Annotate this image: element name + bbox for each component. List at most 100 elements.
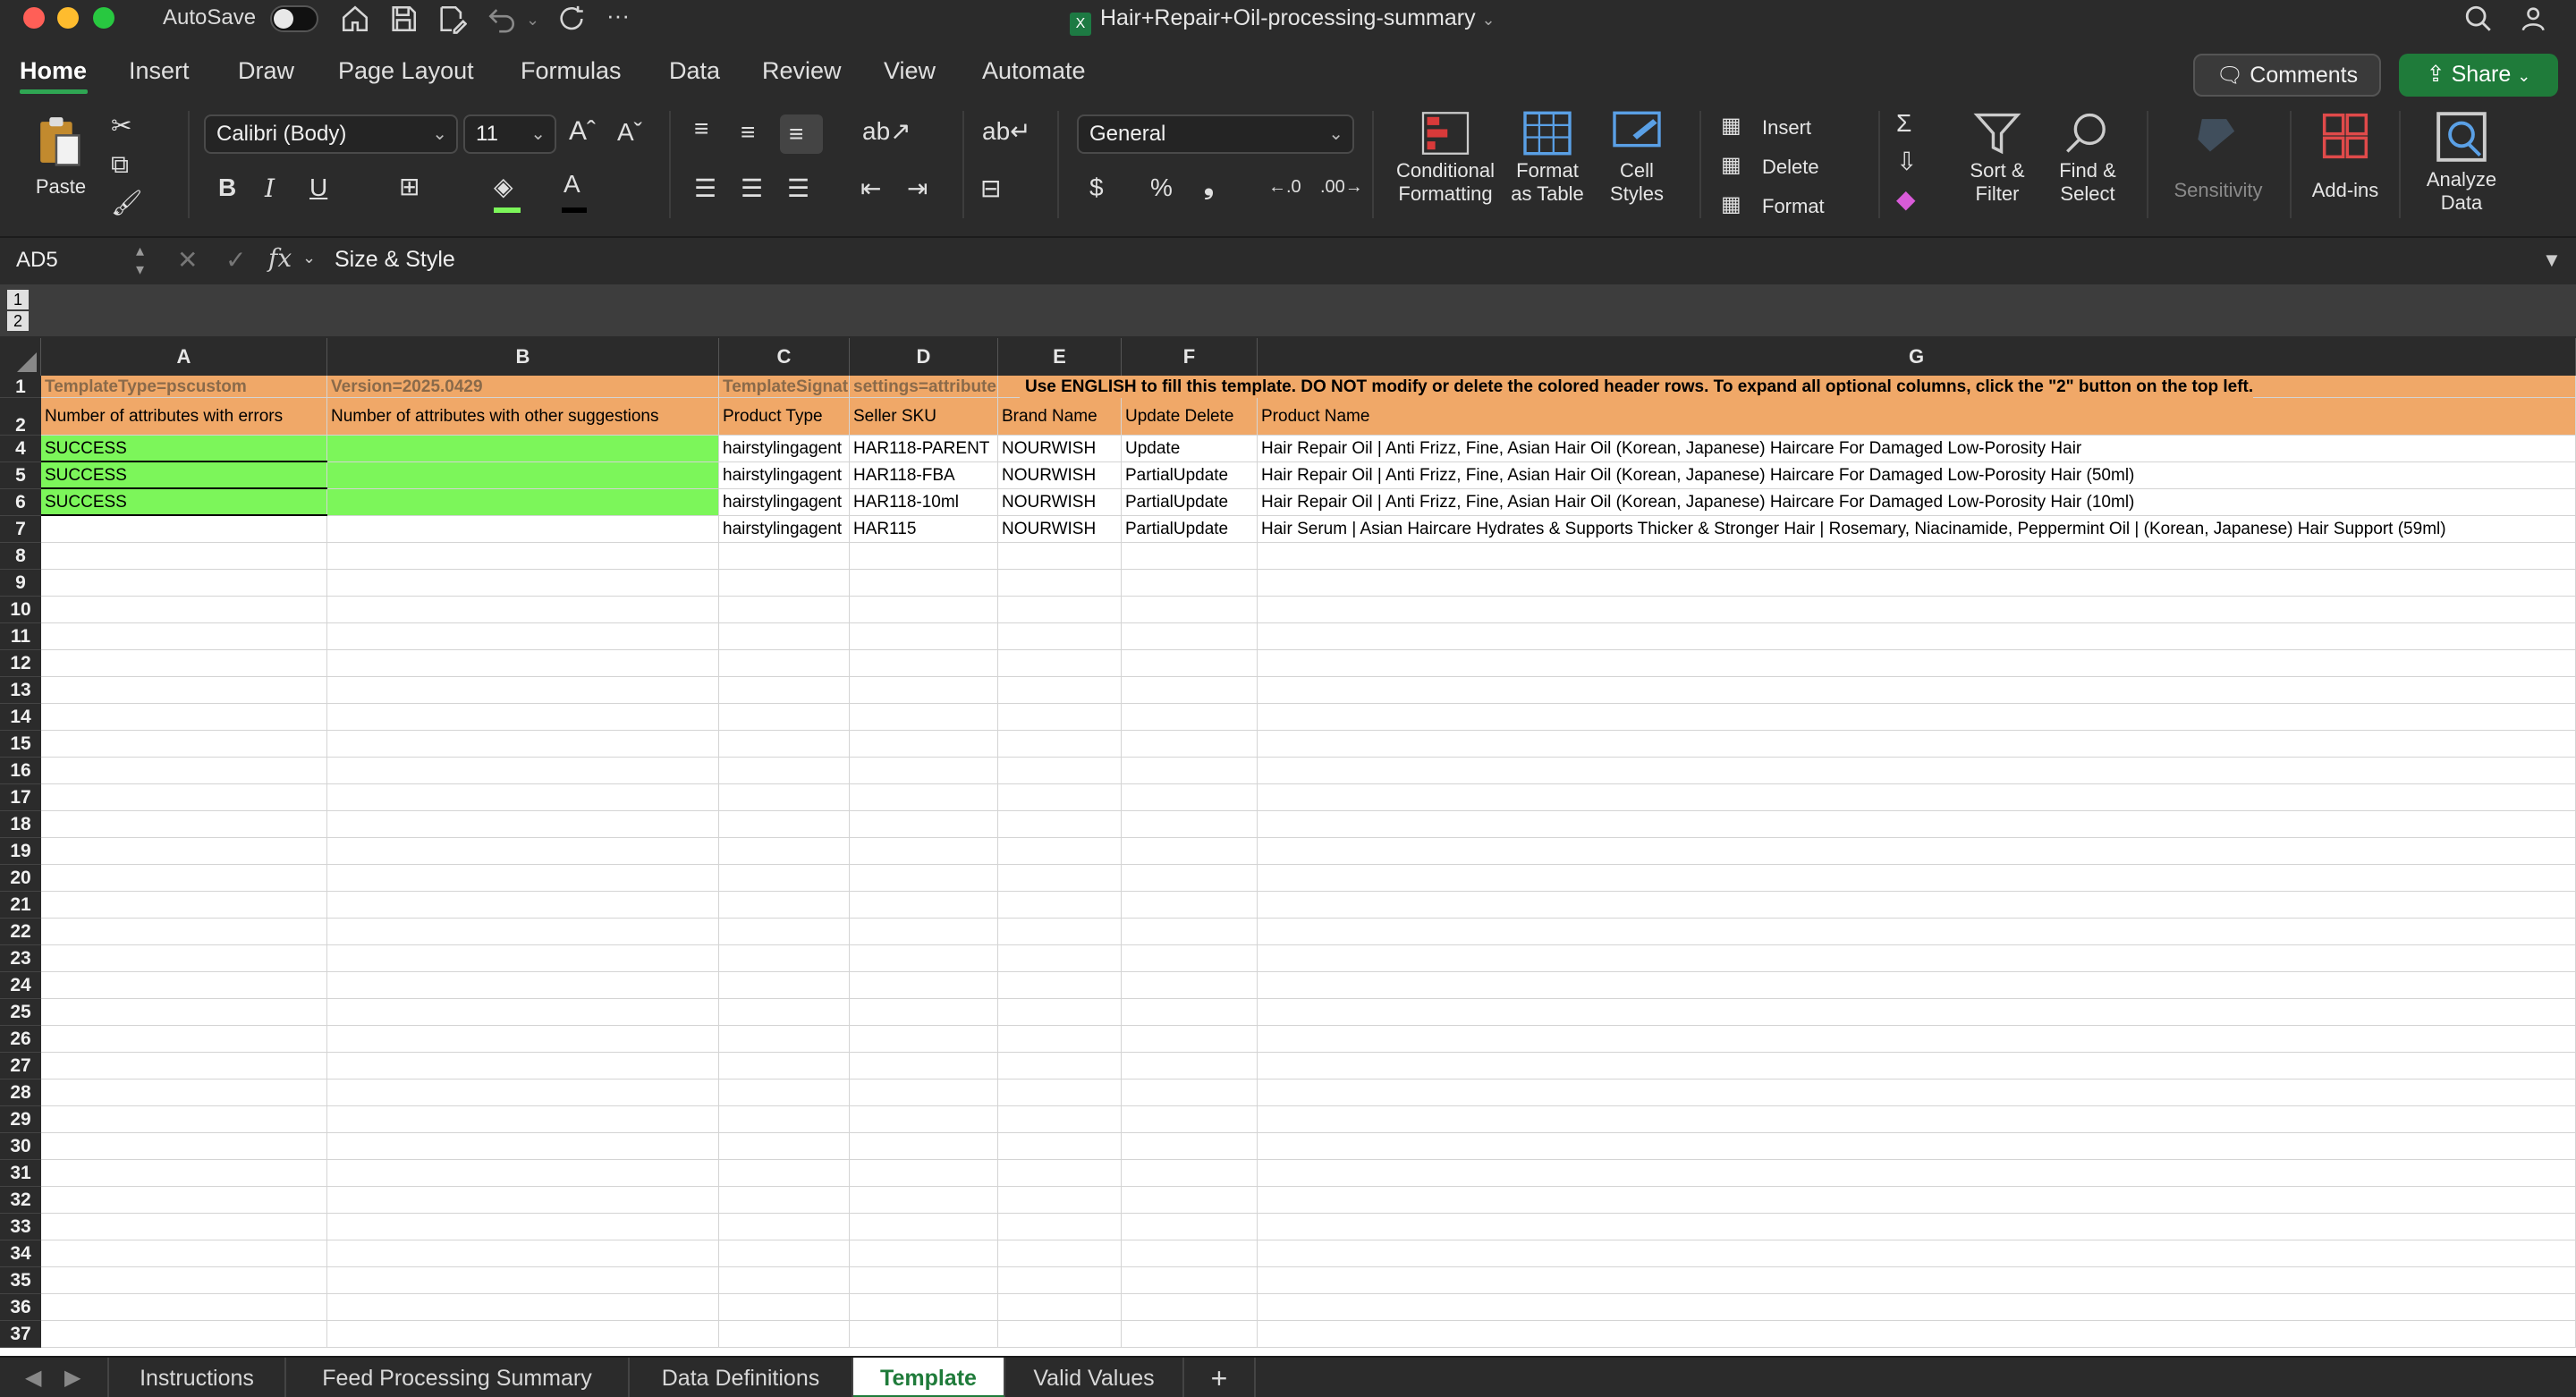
- cell-f-30[interactable]: [1122, 1133, 1258, 1160]
- cell-b-24[interactable]: [327, 972, 719, 999]
- cell-c-9[interactable]: [719, 570, 850, 597]
- row-header-10[interactable]: 10: [0, 597, 41, 623]
- row-header-36[interactable]: 36: [0, 1294, 41, 1321]
- brand-name-cell-6[interactable]: NOURWISH: [998, 489, 1122, 516]
- expand-formula-bar-icon[interactable]: ▼: [2542, 249, 2562, 272]
- cell-c-24[interactable]: [719, 972, 850, 999]
- cell-f-8[interactable]: [1122, 543, 1258, 570]
- header-e[interactable]: Brand Name: [998, 398, 1122, 436]
- minimize-window-button[interactable]: [57, 7, 79, 29]
- cell-b-37[interactable]: [327, 1321, 719, 1348]
- cell-e-9[interactable]: [998, 570, 1122, 597]
- cell-a-36[interactable]: [41, 1294, 327, 1321]
- cell-b-12[interactable]: [327, 650, 719, 677]
- tab-draw[interactable]: Draw: [238, 57, 294, 85]
- cell-e-16[interactable]: [998, 758, 1122, 784]
- cell-e-32[interactable]: [998, 1187, 1122, 1214]
- paste-button[interactable]: Paste: [18, 113, 104, 199]
- cell-c-23[interactable]: [719, 945, 850, 972]
- cell-d-17[interactable]: [850, 784, 998, 811]
- seller-sku-cell-7[interactable]: HAR115: [850, 516, 998, 543]
- product-type-cell-6[interactable]: hairstylingagent: [719, 489, 850, 516]
- row-header-30[interactable]: 30: [0, 1133, 41, 1160]
- cell-e-15[interactable]: [998, 731, 1122, 758]
- instructions-cell[interactable]: Use ENGLISH to fill this template. DO NO…: [1020, 376, 2576, 398]
- cell-c-18[interactable]: [719, 811, 850, 838]
- cell-b-15[interactable]: [327, 731, 719, 758]
- cell-d-33[interactable]: [850, 1214, 998, 1240]
- cell-a-20[interactable]: [41, 865, 327, 892]
- template-signature-cell[interactable]: TemplateSignature: [719, 376, 850, 398]
- row-header-31[interactable]: 31: [0, 1160, 41, 1187]
- cell-e-37[interactable]: [998, 1321, 1122, 1348]
- cell-b-10[interactable]: [327, 597, 719, 623]
- cell-a-22[interactable]: [41, 919, 327, 945]
- clear-icon[interactable]: ◆: [1896, 184, 1916, 214]
- select-all-corner[interactable]: [0, 338, 41, 376]
- cell-a-15[interactable]: [41, 731, 327, 758]
- cell-e-21[interactable]: [998, 892, 1122, 919]
- conditional-formatting-button[interactable]: Conditional Formatting: [1390, 111, 1501, 206]
- cell-g-27[interactable]: [1258, 1053, 2576, 1080]
- cell-d-31[interactable]: [850, 1160, 998, 1187]
- cell-g-16[interactable]: [1258, 758, 2576, 784]
- copy-icon[interactable]: ⧉: [111, 150, 129, 180]
- cell-g-34[interactable]: [1258, 1240, 2576, 1267]
- cell-c-34[interactable]: [719, 1240, 850, 1267]
- cell-g-12[interactable]: [1258, 650, 2576, 677]
- product-name-cell-5[interactable]: Hair Repair Oil | Anti Frizz, Fine, Asia…: [1258, 462, 2576, 489]
- cell-a-10[interactable]: [41, 597, 327, 623]
- share-button[interactable]: ⇪ Share ⌄: [2399, 54, 2558, 97]
- tab-page-layout[interactable]: Page Layout: [338, 57, 474, 85]
- account-icon[interactable]: [2521, 4, 2551, 34]
- cell-c-29[interactable]: [719, 1106, 850, 1133]
- cell-g-33[interactable]: [1258, 1214, 2576, 1240]
- delete-cells-button[interactable]: Delete: [1762, 156, 1819, 179]
- cell-a-33[interactable]: [41, 1214, 327, 1240]
- cell-c-30[interactable]: [719, 1133, 850, 1160]
- cut-icon[interactable]: ✂: [111, 111, 131, 140]
- row-header-19[interactable]: 19: [0, 838, 41, 865]
- format-as-table-button[interactable]: Format as Table: [1503, 111, 1592, 206]
- cell-e-25[interactable]: [998, 999, 1122, 1026]
- increase-indent-icon[interactable]: ⇥: [907, 174, 928, 203]
- cell-a-14[interactable]: [41, 704, 327, 731]
- status-cell-5[interactable]: SUCCESS: [41, 462, 327, 489]
- cell-f-29[interactable]: [1122, 1106, 1258, 1133]
- cell-g-31[interactable]: [1258, 1160, 2576, 1187]
- cell-b-34[interactable]: [327, 1240, 719, 1267]
- cell-g-36[interactable]: [1258, 1294, 2576, 1321]
- product-name-cell-6[interactable]: Hair Repair Oil | Anti Frizz, Fine, Asia…: [1258, 489, 2576, 516]
- cell-d-8[interactable]: [850, 543, 998, 570]
- update-delete-cell-5[interactable]: PartialUpdate: [1122, 462, 1258, 489]
- cell-g-15[interactable]: [1258, 731, 2576, 758]
- cell-g-25[interactable]: [1258, 999, 2576, 1026]
- brand-name-cell-4[interactable]: NOURWISH: [998, 436, 1122, 462]
- number-format-select[interactable]: General ⌄: [1077, 114, 1354, 154]
- cell-e-11[interactable]: [998, 623, 1122, 650]
- cell-g-13[interactable]: [1258, 677, 2576, 704]
- cell-f-16[interactable]: [1122, 758, 1258, 784]
- cell-d-29[interactable]: [850, 1106, 998, 1133]
- cell-g-30[interactable]: [1258, 1133, 2576, 1160]
- cell-b-14[interactable]: [327, 704, 719, 731]
- fill-icon[interactable]: ⇩: [1896, 147, 1917, 176]
- cell-c-37[interactable]: [719, 1321, 850, 1348]
- cell-e-20[interactable]: [998, 865, 1122, 892]
- cell-b-22[interactable]: [327, 919, 719, 945]
- cell-g-26[interactable]: [1258, 1026, 2576, 1053]
- cell-d-25[interactable]: [850, 999, 998, 1026]
- cell-d-9[interactable]: [850, 570, 998, 597]
- cell-d-32[interactable]: [850, 1187, 998, 1214]
- autosum-icon[interactable]: Σ: [1896, 109, 1911, 138]
- align-top-icon[interactable]: ≡: [694, 114, 708, 143]
- column-header-b[interactable]: B: [327, 338, 719, 376]
- cell-e-22[interactable]: [998, 919, 1122, 945]
- cell-c-20[interactable]: [719, 865, 850, 892]
- cell-a-35[interactable]: [41, 1267, 327, 1294]
- brand-name-cell-7[interactable]: NOURWISH: [998, 516, 1122, 543]
- cell-d-20[interactable]: [850, 865, 998, 892]
- home-icon[interactable]: [340, 4, 370, 34]
- cell-e-33[interactable]: [998, 1214, 1122, 1240]
- column-header-g[interactable]: G: [1258, 338, 2576, 376]
